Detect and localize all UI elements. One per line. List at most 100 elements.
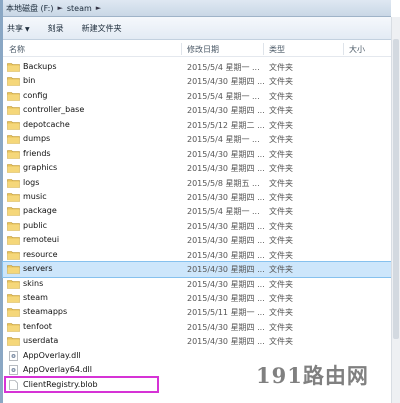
file-type: 文件夹 bbox=[269, 250, 293, 260]
folder-icon bbox=[7, 250, 20, 260]
file-row[interactable]: resource 2015/4/30 星期四 ... 文件夹 bbox=[3, 248, 391, 262]
breadcrumb-steam[interactable]: steam bbox=[64, 4, 95, 13]
breadcrumb-drive[interactable]: 本地磁盘 (F:) bbox=[3, 3, 56, 14]
folder-icon bbox=[7, 178, 20, 188]
file-row[interactable]: skins 2015/4/30 星期四 ... 文件夹 bbox=[3, 277, 391, 291]
file-row[interactable]: controller_base 2015/4/30 星期四 ... 文件夹 bbox=[3, 103, 391, 117]
file-row[interactable]: friends 2015/4/30 星期四 ... 文件夹 bbox=[3, 147, 391, 161]
folder-icon bbox=[7, 236, 20, 246]
file-name: tenfoot bbox=[23, 321, 52, 331]
file-type: 文件夹 bbox=[269, 135, 293, 145]
folder-icon bbox=[7, 120, 20, 130]
file-date: 2015/4/30 星期四 ... bbox=[187, 265, 265, 275]
file-row[interactable]: servers 2015/4/30 星期四 ... 文件夹 bbox=[2, 261, 392, 278]
column-date[interactable]: 修改日期 bbox=[187, 44, 219, 55]
file-date: 2015/4/30 星期四 ... bbox=[187, 294, 265, 303]
breadcrumb-separator-icon: ► bbox=[95, 4, 102, 12]
file-name: remoteui bbox=[23, 235, 60, 245]
file-date: 2015/5/4 星期一 ... bbox=[187, 63, 260, 72]
file-row[interactable]: graphics 2015/4/30 星期四 ... 文件夹 bbox=[3, 161, 391, 175]
file-date: 2015/4/30 星期四 ... bbox=[187, 106, 265, 116]
toolbar: 共享 ▼ 刻录 新建文件夹 bbox=[3, 17, 391, 40]
file-date: 2015/5/12 星期二 ... bbox=[187, 120, 265, 130]
folder-icon bbox=[7, 92, 20, 101]
file-date: 2015/4/30 星期四 ... bbox=[187, 279, 265, 289]
file-name: steamapps bbox=[23, 307, 68, 317]
file-row[interactable]: logs 2015/5/8 星期五 ... 文件夹 bbox=[3, 176, 391, 190]
breadcrumb-separator-icon: ► bbox=[57, 4, 63, 12]
burn-button[interactable]: 刻录 bbox=[39, 23, 73, 34]
file-type: 文件夹 bbox=[269, 308, 293, 318]
folder-icon bbox=[7, 337, 20, 347]
file-date: 2015/4/30 星期四 ... bbox=[187, 322, 265, 332]
file-row[interactable]: steamapps 2015/5/11 星期一 ... 文件夹 bbox=[3, 305, 391, 319]
folder-icon bbox=[7, 135, 20, 144]
folder-icon bbox=[7, 207, 20, 217]
file-date: 2015/4/30 星期四 ... bbox=[187, 77, 265, 87]
column-header: 名称 修改日期 类型 大小 bbox=[3, 42, 391, 57]
column-name[interactable]: 名称 bbox=[9, 44, 25, 55]
file-name: depotcache bbox=[23, 119, 70, 129]
file-date: 2015/5/11 星期一 ... bbox=[187, 308, 265, 318]
column-size[interactable]: 大小 bbox=[349, 44, 365, 55]
file-name: package bbox=[23, 206, 57, 216]
file-date: 2015/4/30 星期四 ... bbox=[187, 192, 265, 202]
dll-file-icon bbox=[9, 365, 18, 375]
folder-icon bbox=[7, 77, 20, 87]
file-date: 2015/5/4 星期一 ... bbox=[187, 207, 260, 217]
file-row[interactable]: dumps 2015/5/4 星期一 ... 文件夹 bbox=[3, 132, 391, 146]
file-date: 2015/4/30 星期四 ... bbox=[187, 221, 265, 231]
file-type: 文件夹 bbox=[269, 164, 293, 174]
folder-icon bbox=[7, 308, 20, 318]
new-folder-button[interactable]: 新建文件夹 bbox=[73, 23, 131, 34]
watermark: 191路由网 bbox=[256, 363, 369, 388]
file-type: 文件夹 bbox=[269, 265, 293, 275]
file-row[interactable]: remoteui 2015/4/30 星期四 ... 文件夹 bbox=[3, 233, 391, 247]
file-date: 2015/4/30 星期四 ... bbox=[187, 164, 265, 174]
file-type: 文件夹 bbox=[269, 322, 293, 332]
file-row[interactable]: bin 2015/4/30 星期四 ... 文件夹 bbox=[3, 74, 391, 88]
folder-icon bbox=[7, 63, 20, 72]
file-type: 文件夹 bbox=[269, 178, 293, 188]
file-name: music bbox=[23, 191, 47, 201]
file-name: friends bbox=[23, 148, 51, 158]
folder-icon bbox=[7, 222, 20, 231]
file-type: 文件夹 bbox=[269, 63, 293, 72]
file-type: 文件夹 bbox=[269, 120, 293, 130]
file-type: 文件夹 bbox=[269, 192, 293, 202]
chevron-down-icon: ▼ bbox=[25, 25, 30, 33]
folder-icon bbox=[7, 149, 20, 159]
highlight-box bbox=[4, 376, 159, 393]
file-name: steam bbox=[23, 293, 48, 302]
file-row[interactable]: config 2015/5/4 星期一 ... 文件夹 bbox=[3, 89, 391, 103]
folder-icon bbox=[7, 323, 20, 332]
file-type: 文件夹 bbox=[269, 236, 293, 246]
file-name: public bbox=[23, 220, 48, 230]
file-type: 文件夹 bbox=[269, 279, 293, 289]
file-row[interactable]: music 2015/4/30 星期四 ... 文件夹 bbox=[3, 190, 391, 204]
file-row[interactable]: steam 2015/4/30 星期四 ... 文件夹 bbox=[3, 291, 391, 305]
file-row[interactable]: public 2015/4/30 星期四 ... 文件夹 bbox=[3, 219, 391, 233]
file-row[interactable]: userdata 2015/4/30 星期四 ... 文件夹 bbox=[3, 334, 391, 348]
file-list: Backups 2015/5/4 星期一 ... 文件夹 bin 2015/4/30 星… bbox=[2, 60, 392, 392]
file-date: 2015/5/4 星期一 ... bbox=[187, 91, 260, 101]
file-name: servers bbox=[23, 264, 53, 274]
share-button[interactable]: 共享 ▼ bbox=[3, 23, 39, 34]
vertical-scrollbar[interactable] bbox=[391, 17, 400, 403]
file-type: 文件夹 bbox=[269, 294, 293, 303]
file-date: 2015/4/30 星期四 ... bbox=[187, 337, 265, 347]
file-name: bin bbox=[23, 76, 36, 86]
folder-icon bbox=[7, 106, 20, 116]
file-row[interactable]: Backups 2015/5/4 星期一 ... 文件夹 bbox=[3, 60, 391, 74]
scrollbar-thumb[interactable] bbox=[393, 39, 399, 339]
column-type[interactable]: 类型 bbox=[269, 44, 285, 55]
file-row[interactable]: package 2015/5/4 星期一 ... 文件夹 bbox=[3, 204, 391, 218]
file-row[interactable]: depotcache 2015/5/12 星期二 ... 文件夹 bbox=[3, 118, 391, 132]
file-type: 文件夹 bbox=[269, 149, 293, 159]
file-row[interactable]: tenfoot 2015/4/30 星期四 ... 文件夹 bbox=[3, 320, 391, 334]
column-divider[interactable] bbox=[181, 43, 182, 55]
address-bar[interactable]: 本地磁盘 (F:) ► steam ► bbox=[3, 0, 391, 17]
file-name: controller_base bbox=[23, 105, 85, 115]
column-divider[interactable] bbox=[343, 43, 344, 55]
column-divider[interactable] bbox=[263, 43, 264, 55]
